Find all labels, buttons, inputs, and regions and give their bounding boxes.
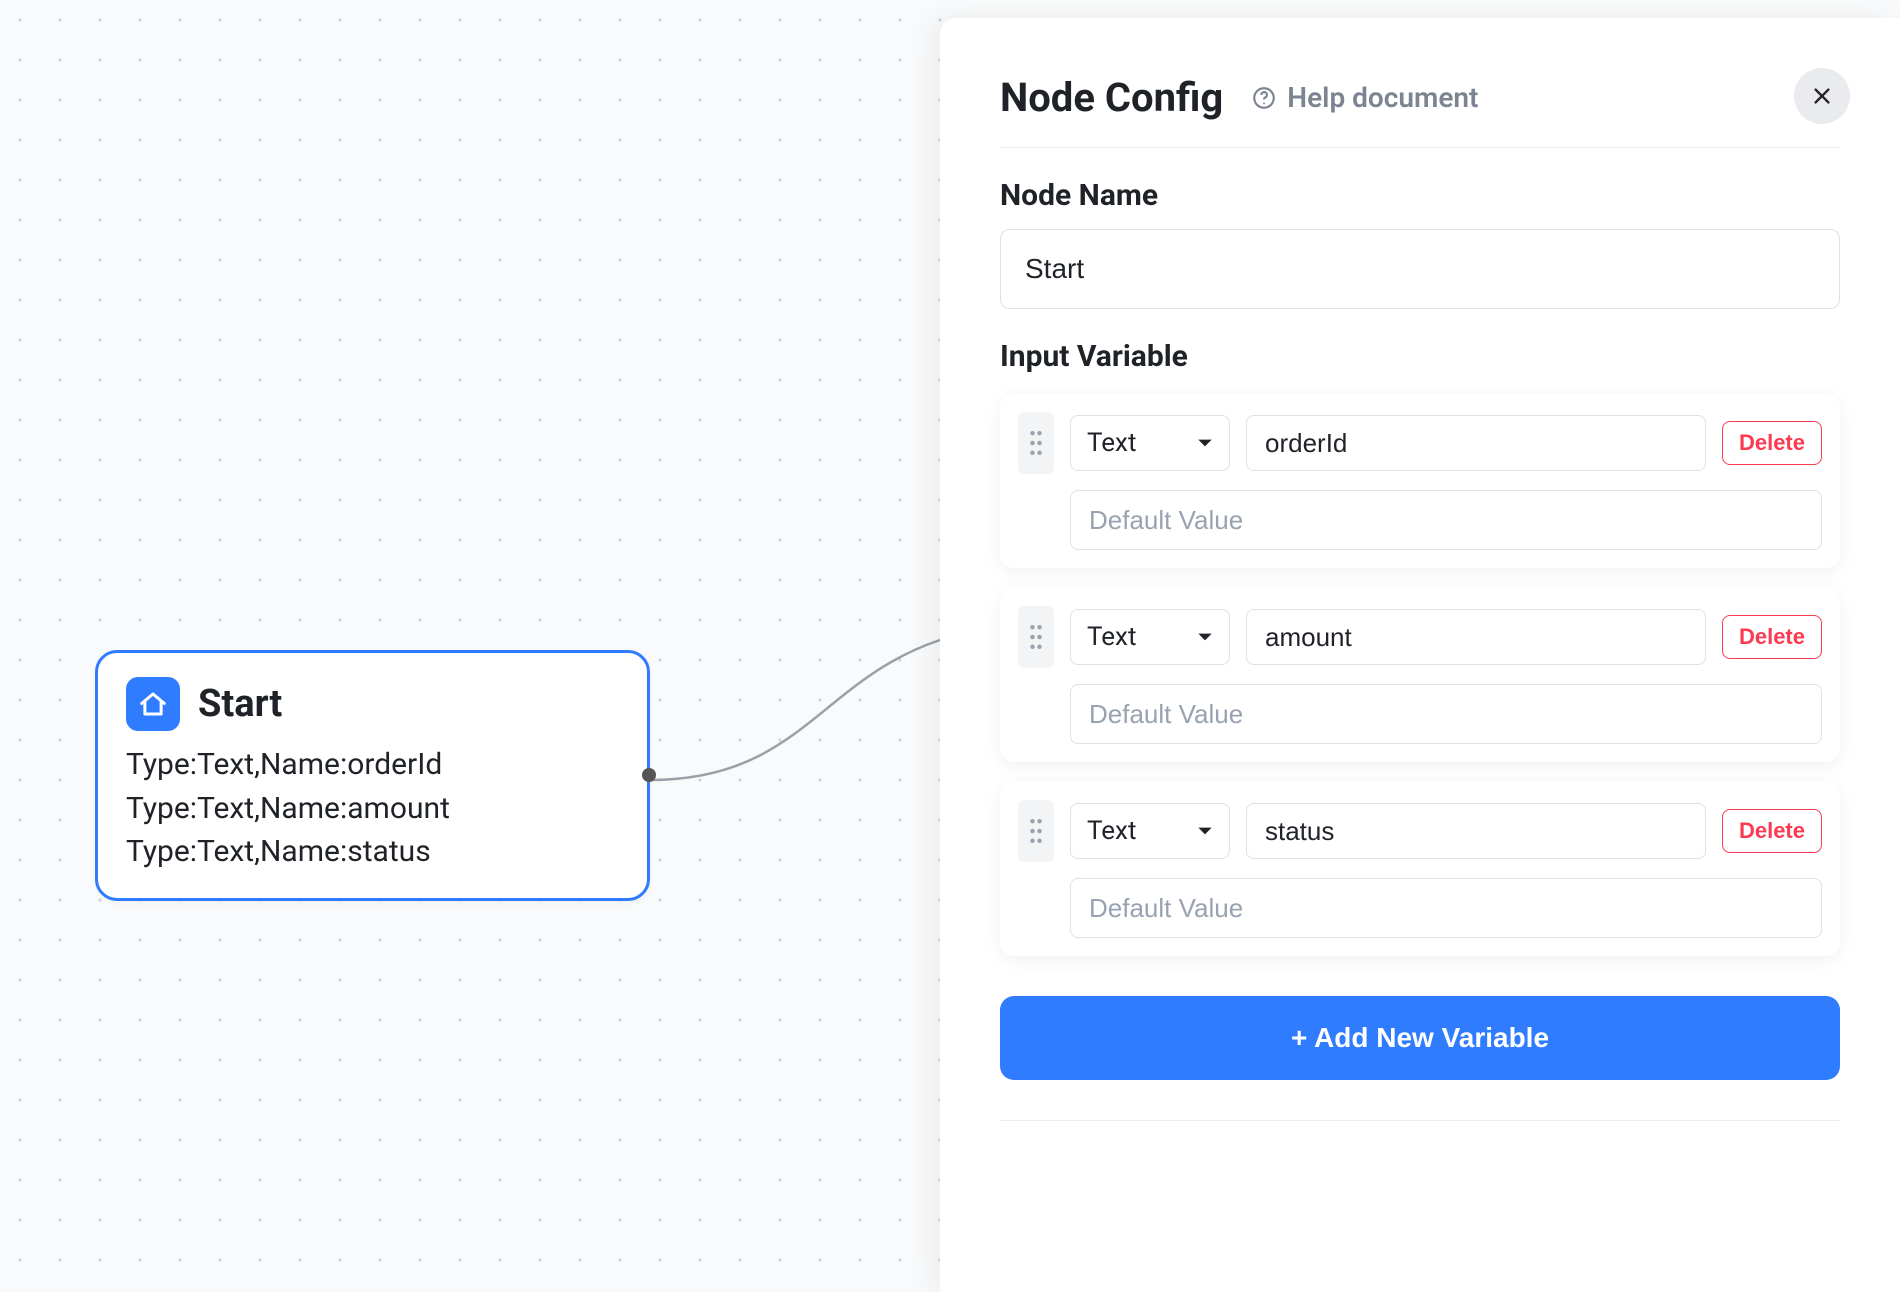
- add-variable-button[interactable]: + Add New Variable: [1000, 996, 1840, 1080]
- home-icon: [126, 677, 180, 731]
- variable-type-value: Text: [1087, 816, 1136, 846]
- node-title: Start: [198, 682, 282, 726]
- drag-handle-icon[interactable]: [1018, 606, 1054, 668]
- variable-default-input[interactable]: [1070, 878, 1822, 938]
- variable-default-input[interactable]: [1070, 684, 1822, 744]
- node-name-input[interactable]: [1000, 229, 1840, 309]
- drag-handle-icon[interactable]: [1018, 412, 1054, 474]
- section-divider: [1000, 1120, 1840, 1121]
- delete-button[interactable]: Delete: [1722, 615, 1822, 659]
- variable-type-value: Text: [1087, 428, 1136, 458]
- node-output-port[interactable]: [642, 768, 656, 782]
- chevron-down-icon: [1197, 435, 1213, 451]
- node-config-panel: Node Config Help document Node Name Inpu…: [940, 18, 1900, 1292]
- variable-type-value: Text: [1087, 622, 1136, 652]
- panel-title: Node Config: [1000, 74, 1223, 121]
- variable-name-input[interactable]: [1246, 415, 1706, 471]
- variable-card: Text Delete: [1000, 394, 1840, 568]
- chevron-down-icon: [1197, 823, 1213, 839]
- variable-type-select[interactable]: Text: [1070, 609, 1230, 665]
- chevron-down-icon: [1197, 629, 1213, 645]
- start-node[interactable]: Start Type:Text,Name:orderId Type:Text,N…: [95, 650, 650, 901]
- node-variable-line: Type:Text,Name:orderId: [126, 743, 619, 787]
- variable-name-input[interactable]: [1246, 803, 1706, 859]
- delete-button[interactable]: Delete: [1722, 809, 1822, 853]
- variable-type-select[interactable]: Text: [1070, 415, 1230, 471]
- drag-handle-icon[interactable]: [1018, 800, 1054, 862]
- variable-default-input[interactable]: [1070, 490, 1822, 550]
- node-variable-line: Type:Text,Name:status: [126, 830, 619, 874]
- help-link-label: Help document: [1287, 81, 1478, 114]
- node-name-label: Node Name: [1000, 178, 1840, 213]
- variable-card: Text Delete: [1000, 782, 1840, 956]
- help-link[interactable]: Help document: [1251, 81, 1478, 114]
- delete-button[interactable]: Delete: [1722, 421, 1822, 465]
- node-variable-line: Type:Text,Name:amount: [126, 787, 619, 831]
- input-variable-label: Input Variable: [1000, 339, 1840, 374]
- close-button[interactable]: [1794, 68, 1850, 124]
- variable-type-select[interactable]: Text: [1070, 803, 1230, 859]
- variable-card: Text Delete: [1000, 588, 1840, 762]
- variable-name-input[interactable]: [1246, 609, 1706, 665]
